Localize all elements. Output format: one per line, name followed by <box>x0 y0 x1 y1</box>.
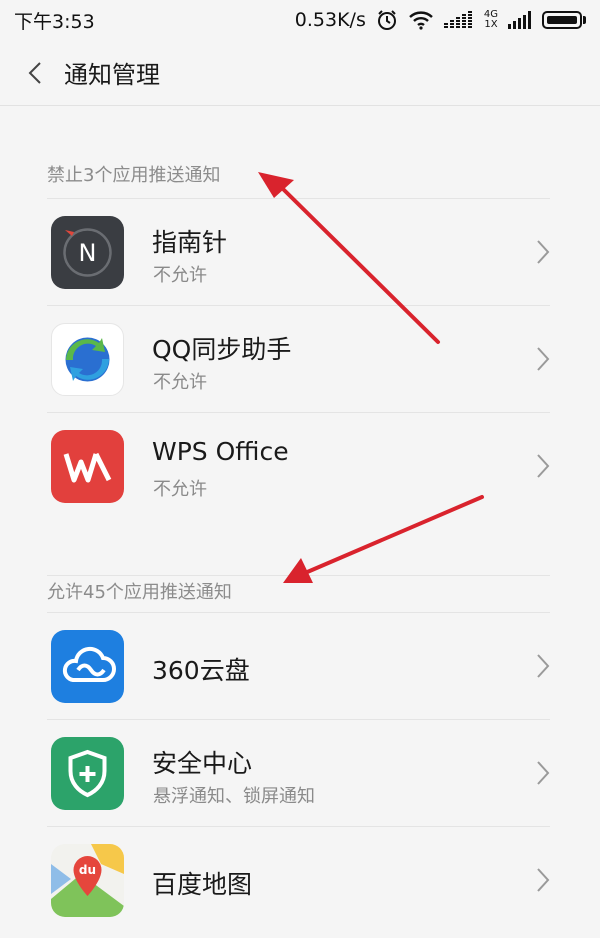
compass-icon: N <box>51 216 124 289</box>
app-name: 360云盘 <box>152 656 250 685</box>
app-name: WPS Office <box>152 437 289 466</box>
chevron-right-icon <box>537 240 550 264</box>
chevron-right-icon <box>537 868 550 892</box>
svg-text:N: N <box>79 239 97 267</box>
section-header-allowed-text: 允许45个应用推送通知 <box>47 582 232 603</box>
app-notification-status: 不允许 <box>153 265 207 286</box>
app-row-compass[interactable]: N 指南针 不允许 <box>47 198 550 305</box>
chevron-left-icon <box>28 61 41 84</box>
svg-text:du: du <box>79 863 96 877</box>
app-row-wps-office[interactable]: WPS Office 不允许 <box>47 412 550 519</box>
battery-icon <box>542 11 586 29</box>
chevron-right-icon <box>537 347 550 371</box>
page-title: 通知管理 <box>64 61 160 89</box>
status-icons: 0.53K/s 4G 1X <box>295 9 586 31</box>
network-type-bottom: 1X <box>484 19 498 30</box>
chevron-right-icon <box>537 454 550 478</box>
wps-icon <box>51 430 124 503</box>
wifi-icon <box>408 10 434 30</box>
app-row-security-center[interactable]: 安全中心 悬浮通知、锁屏通知 <box>47 719 550 826</box>
app-row-360-cloud[interactable]: 360云盘 <box>47 612 550 719</box>
app-name: 百度地图 <box>152 870 253 899</box>
signal-dotted-icon <box>443 11 474 29</box>
app-name: 指南针 <box>152 228 228 257</box>
status-time: 下午3:53 <box>14 10 95 33</box>
app-row-qq-sync[interactable]: QQ同步助手 不允许 <box>47 305 550 412</box>
app-name: 安全中心 <box>152 749 253 778</box>
network-type-badge: 4G 1X <box>484 10 498 30</box>
status-bar: 下午3:53 0.53K/s 4G 1X <box>0 0 600 40</box>
signal-bars-icon <box>508 11 532 29</box>
back-button[interactable] <box>0 40 70 106</box>
app-notification-status: 不允许 <box>153 479 207 500</box>
cloud-icon <box>51 630 124 703</box>
section-header-allowed: 允许45个应用推送通知 <box>47 575 550 603</box>
app-notification-status: 悬浮通知、锁屏通知 <box>153 786 315 807</box>
app-name: QQ同步助手 <box>152 335 292 364</box>
qq-sync-icon <box>51 323 124 396</box>
title-bar: 通知管理 <box>0 40 600 106</box>
chevron-right-icon <box>537 654 550 678</box>
shield-plus-icon <box>51 737 124 810</box>
app-row-baidu-map[interactable]: du 百度地图 <box>47 826 550 933</box>
alarm-icon <box>376 9 398 31</box>
network-speed: 0.53K/s <box>294 9 366 31</box>
section-header-blocked: 禁止3个应用推送通知 <box>47 165 221 186</box>
app-notification-status: 不允许 <box>153 372 207 393</box>
map-pin-icon: du <box>51 844 124 917</box>
chevron-right-icon <box>537 761 550 785</box>
